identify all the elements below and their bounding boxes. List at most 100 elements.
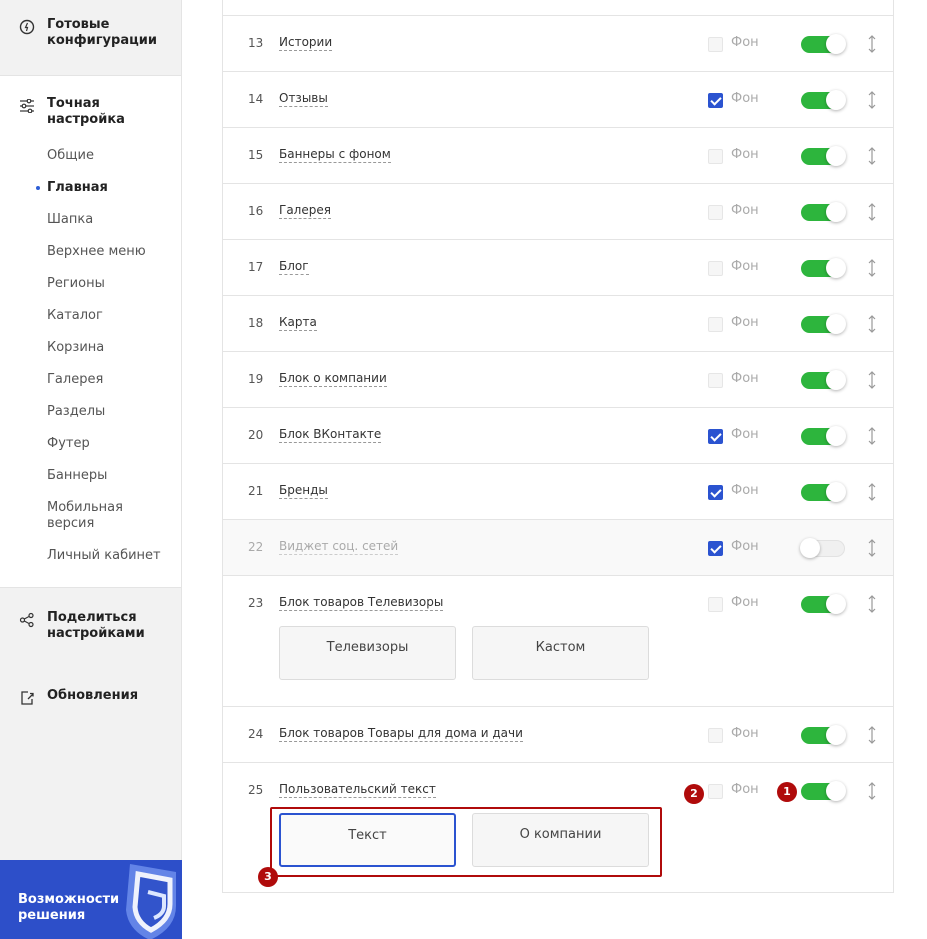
- background-label: Фон: [731, 371, 759, 386]
- drag-handle-icon[interactable]: [868, 315, 876, 333]
- row-title-link[interactable]: Блок товаров Товары для дома и дачи: [279, 726, 523, 742]
- enable-toggle[interactable]: [801, 146, 846, 166]
- row-title-link[interactable]: Карта: [279, 315, 317, 331]
- table-row: 14 Отзывы Фон: [223, 72, 893, 128]
- background-checkbox[interactable]: [708, 429, 723, 444]
- row-number: 22: [248, 540, 264, 554]
- toggle-knob: [826, 258, 846, 278]
- enable-toggle[interactable]: [801, 90, 846, 110]
- enable-toggle[interactable]: [801, 202, 846, 222]
- sidebar-updates[interactable]: Обновления: [18, 688, 138, 707]
- enable-toggle[interactable]: [801, 781, 846, 801]
- drag-handle-icon[interactable]: [868, 259, 876, 277]
- drag-handle-icon[interactable]: [868, 35, 876, 53]
- drag-handle-icon[interactable]: [868, 595, 876, 613]
- background-checkbox[interactable]: [708, 317, 723, 332]
- sidebar-item[interactable]: Общие: [47, 148, 94, 164]
- background-checkbox[interactable]: [708, 261, 723, 276]
- background-label: Фон: [731, 427, 759, 442]
- row-title-link[interactable]: Блок ВКонтакте: [279, 427, 382, 443]
- sidebar-share-label: Поделиться настройками: [47, 610, 145, 641]
- promo-label: Возможности решения: [18, 892, 120, 923]
- row-title-link[interactable]: Блок о компании: [279, 371, 387, 387]
- annotation-badge-3: 3: [258, 867, 278, 887]
- background-checkbox[interactable]: [708, 149, 723, 164]
- sidebar-item[interactable]: Баннеры: [47, 468, 107, 484]
- enable-toggle[interactable]: [801, 370, 846, 390]
- row-title-link[interactable]: Отзывы: [279, 91, 328, 107]
- background-checkbox[interactable]: [708, 93, 723, 108]
- sidebar-item[interactable]: Футер: [47, 436, 90, 452]
- sidebar-item[interactable]: Шапка: [47, 212, 93, 228]
- sidebar-item[interactable]: Корзина: [47, 340, 104, 356]
- row-title-link[interactable]: Блог: [279, 259, 309, 275]
- drag-handle-icon[interactable]: [868, 427, 876, 445]
- enable-toggle[interactable]: [801, 34, 846, 54]
- enable-toggle[interactable]: [800, 538, 845, 558]
- enable-toggle[interactable]: [801, 725, 846, 745]
- toggle-knob: [826, 482, 846, 502]
- background-checkbox[interactable]: [708, 728, 723, 743]
- row-number: 13: [248, 36, 264, 50]
- enable-toggle[interactable]: [801, 594, 846, 614]
- active-dot-icon: [36, 186, 40, 190]
- sidebar-updates-label: Обновления: [47, 688, 139, 703]
- sidebar-fine-tuning[interactable]: Точная настройка: [18, 96, 125, 127]
- row-number: 19: [248, 372, 264, 386]
- enable-toggle[interactable]: [801, 258, 846, 278]
- sidebar-fine-tuning-label: Точная настройка: [47, 96, 125, 127]
- enable-toggle[interactable]: [801, 314, 846, 334]
- table-row: 15 Баннеры с фоном Фон: [223, 128, 893, 184]
- row-title-link[interactable]: Баннеры с фоном: [279, 147, 391, 163]
- row-title-link[interactable]: Блок товаров Телевизоры: [279, 595, 444, 611]
- row-title-link[interactable]: Пользовательский текст: [279, 782, 436, 798]
- sidebar-ready-configs[interactable]: Готовые конфигурации: [18, 17, 157, 48]
- drag-handle-icon[interactable]: [868, 483, 876, 501]
- sidebar-item[interactable]: Каталог: [47, 308, 103, 324]
- row-number: 16: [248, 204, 264, 218]
- sidebar-item[interactable]: Мобильная версия: [47, 500, 147, 532]
- enable-toggle[interactable]: [801, 482, 846, 502]
- table-row: 20 Блок ВКонтакте Фон: [223, 408, 893, 464]
- row-number: 17: [248, 260, 264, 274]
- enable-toggle[interactable]: [801, 426, 846, 446]
- background-label: Фон: [731, 35, 759, 50]
- block-option-button[interactable]: Телевизоры: [279, 626, 456, 680]
- sidebar-item[interactable]: Главная: [47, 180, 108, 196]
- row-title-link[interactable]: Виджет соц. сетей: [279, 539, 399, 555]
- drag-handle-icon[interactable]: [868, 91, 876, 109]
- background-checkbox[interactable]: [708, 784, 723, 799]
- toggle-knob: [800, 538, 820, 558]
- drag-handle-icon[interactable]: [868, 147, 876, 165]
- background-checkbox[interactable]: [708, 485, 723, 500]
- background-checkbox[interactable]: [708, 597, 723, 612]
- sidebar-share[interactable]: Поделиться настройками: [18, 610, 145, 641]
- table-row: 23 Блок товаров Телевизоры Фон Телевизоры Ка…: [223, 576, 893, 707]
- drag-handle-icon[interactable]: [868, 371, 876, 389]
- drag-handle-icon[interactable]: [868, 726, 876, 744]
- toggle-knob: [826, 370, 846, 390]
- background-label: Фон: [731, 147, 759, 162]
- row-title-link[interactable]: Галерея: [279, 203, 331, 219]
- promo-banner[interactable]: Возможности решения: [0, 860, 182, 939]
- drag-handle-icon[interactable]: [868, 203, 876, 221]
- background-checkbox[interactable]: [708, 37, 723, 52]
- sidebar-item[interactable]: Регионы: [47, 276, 105, 292]
- drag-handle-icon[interactable]: [868, 782, 876, 800]
- background-checkbox[interactable]: [708, 373, 723, 388]
- block-option-button[interactable]: Кастом: [472, 626, 649, 680]
- sidebar-item[interactable]: Верхнее меню: [47, 244, 146, 260]
- row-number: 14: [248, 92, 264, 106]
- background-checkbox[interactable]: [708, 205, 723, 220]
- row-title-link[interactable]: Бренды: [279, 483, 328, 499]
- toggle-knob: [826, 202, 846, 222]
- toggle-knob: [826, 314, 846, 334]
- highlight-box: [270, 807, 662, 877]
- sidebar-item[interactable]: Разделы: [47, 404, 105, 420]
- sidebar-item[interactable]: Личный кабинет: [47, 548, 161, 564]
- background-checkbox[interactable]: [708, 541, 723, 556]
- background-label: Фон: [731, 782, 759, 797]
- sidebar-item[interactable]: Галерея: [47, 372, 103, 388]
- row-title-link[interactable]: Истории: [279, 35, 333, 51]
- drag-handle-icon[interactable]: [868, 539, 876, 557]
